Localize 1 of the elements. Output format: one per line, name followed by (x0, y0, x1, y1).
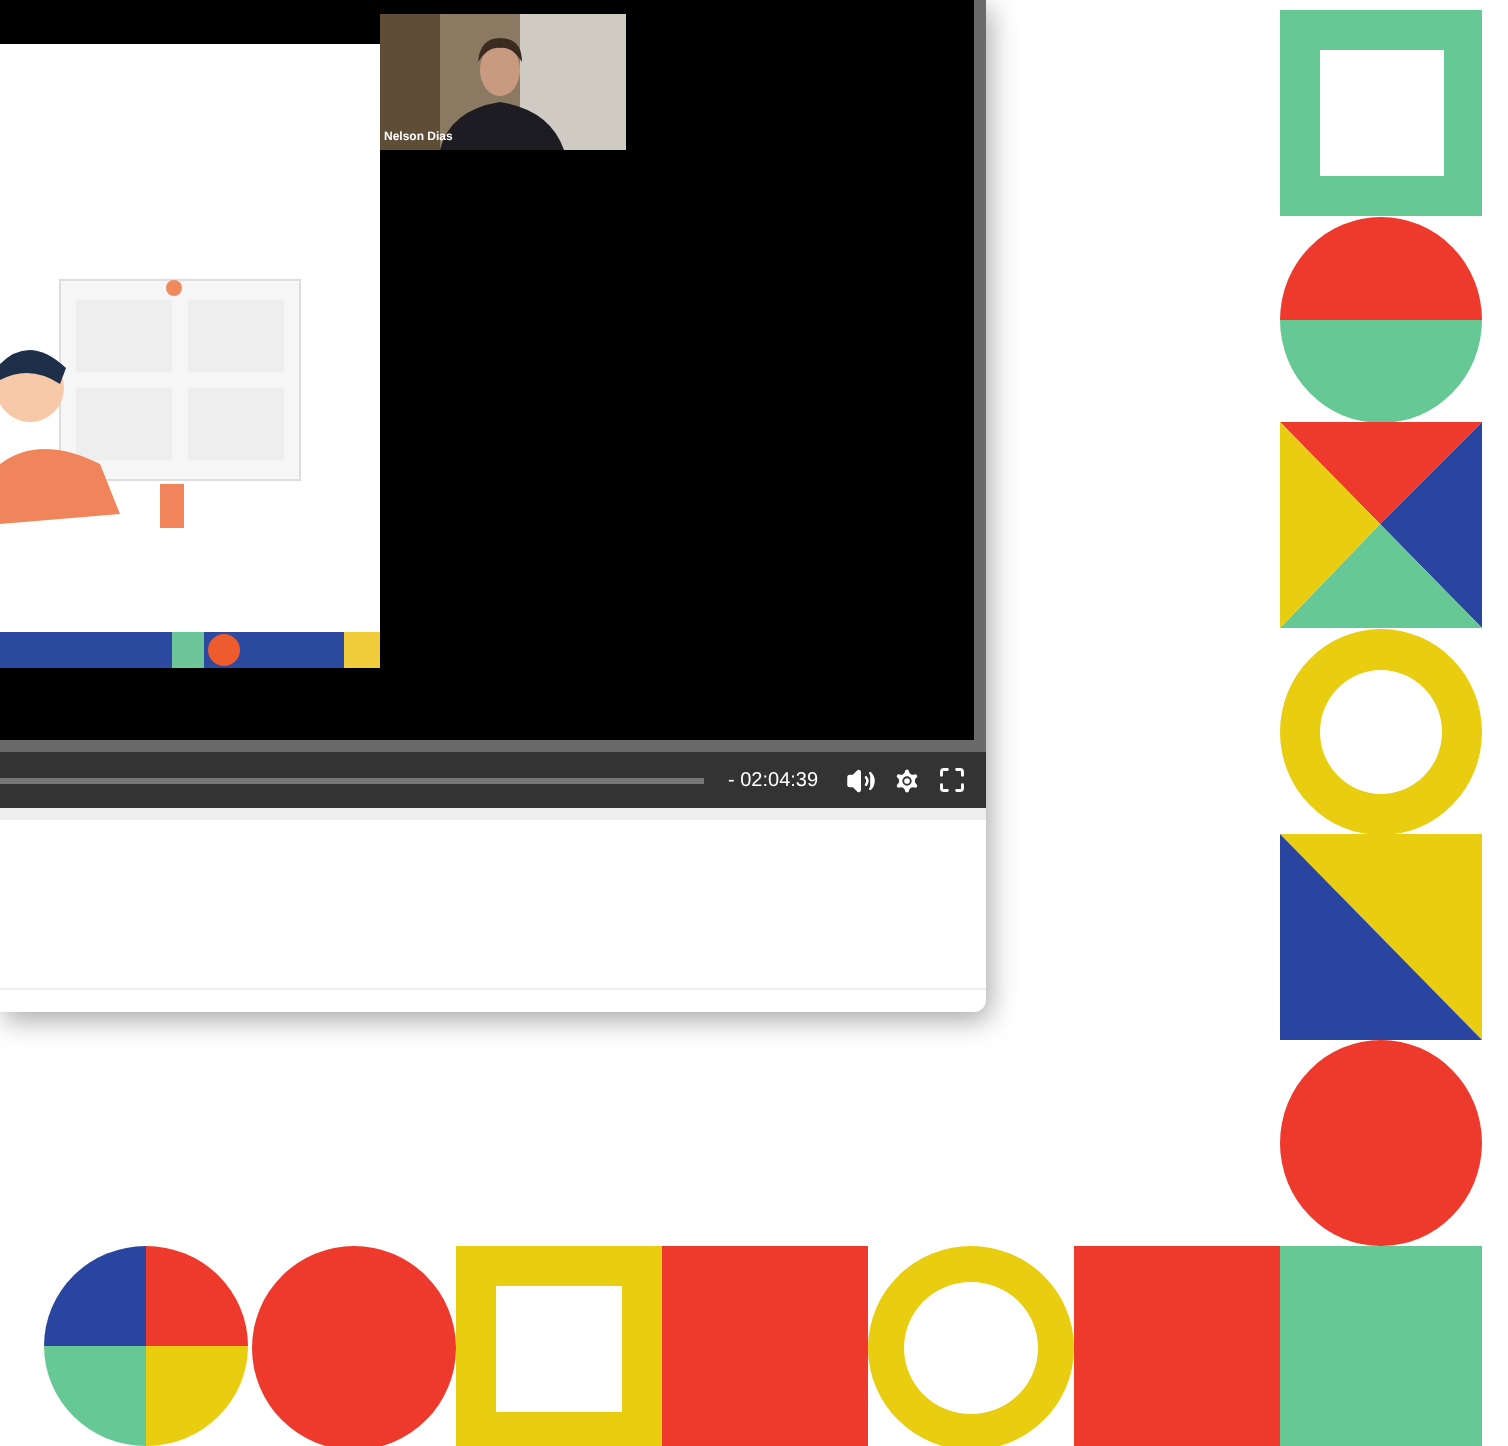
remaining-time: - 02:04:39 (728, 769, 819, 791)
